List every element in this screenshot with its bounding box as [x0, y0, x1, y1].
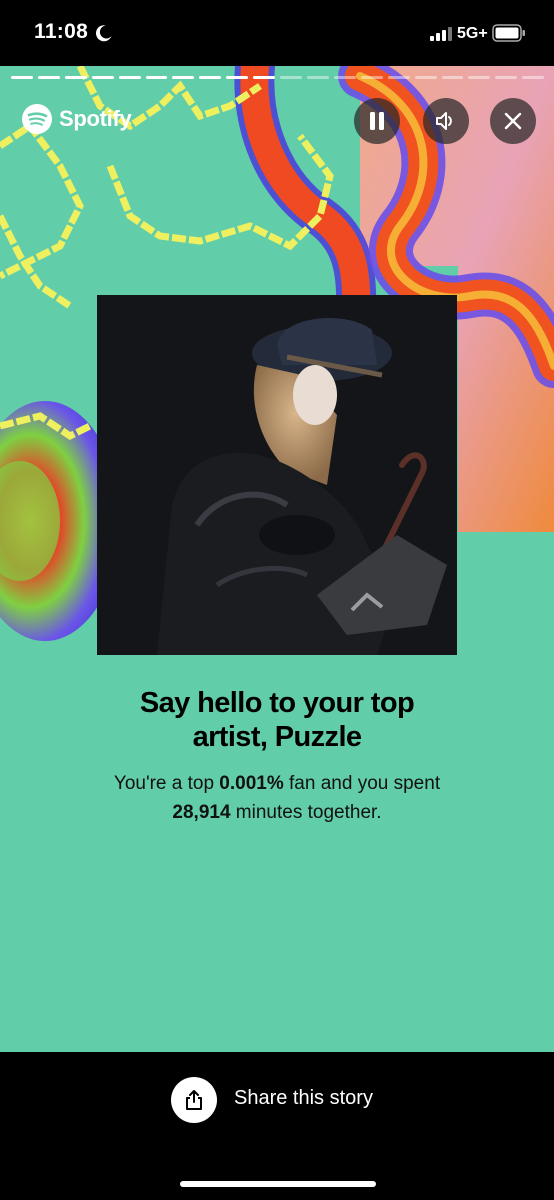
headline-line-1: Say hello to your top: [139, 687, 415, 719]
progress-segment: [37, 76, 60, 79]
artist-photo: [97, 295, 457, 655]
progress-segment: [64, 76, 87, 79]
speaker-icon: [436, 112, 452, 130]
share-label[interactable]: Share this story: [234, 1087, 373, 1110]
progress-segment: [91, 76, 114, 79]
progress-segment: [441, 76, 464, 79]
progress-segment: [306, 76, 329, 79]
story-card[interactable]: Spotify Say hello to your top artist, Pu…: [0, 66, 554, 1052]
progress-segment: [253, 76, 276, 79]
bottom-bar: Share this story: [0, 1052, 554, 1200]
headline-line-2: artist, Puzzle: [192, 721, 362, 753]
progress-segment: [199, 76, 222, 79]
story-headline: Say hello to your top artist, Puzzle: [0, 686, 554, 754]
share-button[interactable]: [171, 1077, 217, 1123]
spotify-logo: Spotify: [22, 104, 132, 134]
pause-button[interactable]: [354, 98, 400, 144]
network-label: 5G+: [457, 25, 488, 42]
progress-segment: [226, 76, 249, 79]
home-indicator[interactable]: [180, 1181, 376, 1187]
moon-icon: [95, 25, 112, 42]
fan-percent: 0.001%: [219, 773, 284, 794]
story-subtext: You're a top 0.001% fan and you spent 28…: [0, 769, 554, 827]
close-icon: [504, 112, 522, 130]
sound-button[interactable]: [423, 98, 469, 144]
sub-suffix: minutes together.: [230, 802, 382, 823]
progress-segment: [172, 76, 195, 79]
share-icon: [186, 1090, 202, 1110]
progress-segment: [414, 76, 437, 79]
progress-segment: [145, 76, 168, 79]
progress-segment: [118, 76, 141, 79]
signal-icon: [430, 27, 452, 41]
status-bar: 11:08 5G+: [0, 0, 554, 66]
progress-segment: [495, 76, 518, 79]
progress-segment: [11, 76, 33, 79]
story-progress-bar: [11, 76, 545, 80]
sub-prefix: You're a top: [113, 773, 220, 794]
progress-segment: [280, 76, 302, 79]
progress-segment: [333, 76, 356, 79]
pause-icon: [370, 112, 384, 130]
status-time: 11:08: [34, 20, 89, 43]
progress-segment: [360, 76, 383, 79]
sub-mid: fan and you spent: [283, 773, 441, 794]
spotify-wordmark: Spotify: [59, 106, 132, 131]
progress-segment: [522, 76, 545, 79]
spotify-icon: [22, 104, 52, 134]
progress-segment: [468, 76, 491, 79]
progress-segment: [387, 76, 410, 79]
close-button[interactable]: [490, 98, 536, 144]
battery-icon: [492, 24, 525, 42]
minutes-count: 28,914: [172, 802, 231, 823]
